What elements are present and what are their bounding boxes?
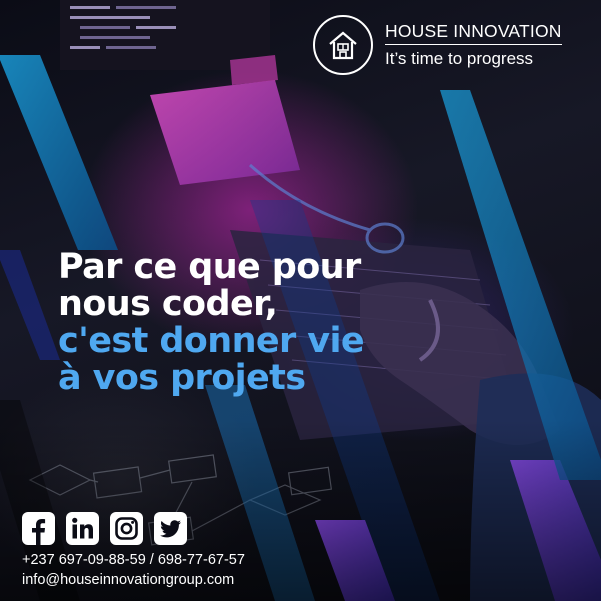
brand-tagline: It’s time to progress	[385, 48, 534, 68]
house-icon	[313, 15, 373, 75]
twitter-icon[interactable]	[154, 512, 187, 545]
headline-line-1: Par ce que pour	[58, 247, 361, 287]
headline-line-3: c'est donner vie	[58, 321, 365, 361]
contact-phone: +237 697-09-88-59 / 698-77-67-57	[22, 552, 245, 568]
linkedin-icon[interactable]	[66, 512, 99, 545]
brand-logo: HOUSE INNOVATION It’s time to progress	[313, 15, 562, 75]
headline: Par ce que pour nous coder, c'est donner…	[58, 247, 365, 398]
diagonal-band-blue-left	[0, 55, 118, 250]
headline-line-2: nous coder,	[58, 284, 278, 324]
brand-name: HOUSE INNOVATION	[385, 20, 562, 45]
social-links	[22, 512, 198, 545]
monitor-shape	[150, 80, 300, 185]
facebook-icon[interactable]	[22, 512, 55, 545]
instagram-icon[interactable]	[110, 512, 143, 545]
contact-email: info@houseinnovationgroup.com	[22, 572, 235, 588]
promo-poster: HOUSE INNOVATION It’s time to progress P…	[0, 0, 601, 601]
headline-line-4: à vos projets	[58, 358, 306, 398]
